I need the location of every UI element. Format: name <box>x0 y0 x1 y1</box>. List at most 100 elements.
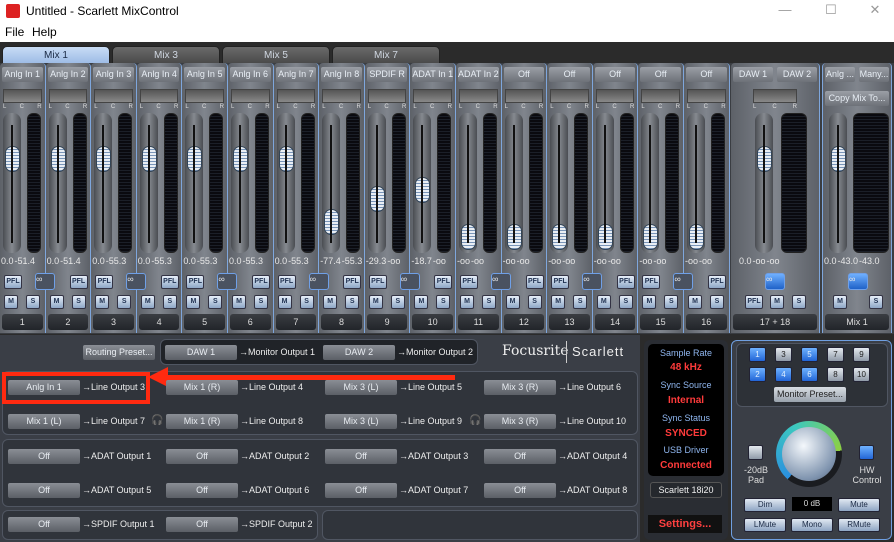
mute-button[interactable]: M <box>414 295 429 309</box>
stereo-link-button[interactable]: ∞ <box>848 273 868 290</box>
routing-preset-button[interactable]: Routing Preset... <box>83 345 155 360</box>
fader-track[interactable] <box>231 113 249 253</box>
stereo-link-button[interactable]: ∞ <box>765 273 785 290</box>
adat-source-select[interactable]: Off <box>8 483 80 498</box>
fader-track[interactable] <box>687 113 705 253</box>
mute-button[interactable]: M <box>833 295 847 309</box>
fader-track[interactable] <box>276 113 295 253</box>
mute-button[interactable]: M <box>95 295 110 309</box>
input-select-button[interactable]: Anlg In 8 <box>321 67 362 82</box>
menu-help[interactable]: Help <box>32 25 57 39</box>
solo-button[interactable]: S <box>573 295 588 309</box>
line-source-select[interactable]: Anlg In 1 <box>8 380 80 395</box>
fader-track[interactable] <box>48 113 67 253</box>
mute-button[interactable]: M <box>770 295 784 309</box>
monitor-output-3-button[interactable]: 3 <box>775 347 792 362</box>
fader-track[interactable] <box>550 113 569 253</box>
mute-button[interactable]: Mute <box>838 498 880 512</box>
spdif-source-select[interactable]: Off <box>8 517 80 532</box>
pfl-button[interactable]: PFL <box>745 295 763 309</box>
monitor-output-8-button[interactable]: 8 <box>827 367 844 382</box>
pfl-button[interactable]: PFL <box>551 275 570 289</box>
fader-track[interactable] <box>367 113 386 253</box>
adat-source-select[interactable]: Off <box>484 449 556 464</box>
input-select-button[interactable]: Anlg In 5 <box>184 67 225 82</box>
stereo-link-button[interactable]: ∞ <box>126 273 147 290</box>
solo-button[interactable]: S <box>117 295 132 309</box>
monitor-output-5-button[interactable]: 5 <box>801 347 818 362</box>
fader-track[interactable] <box>94 113 113 253</box>
spdif-source-select[interactable]: Off <box>166 517 238 532</box>
fader-track[interactable] <box>595 113 614 253</box>
solo-button[interactable]: S <box>254 295 268 309</box>
pfl-button[interactable]: PFL <box>277 275 296 289</box>
fader-track[interactable] <box>829 113 847 253</box>
pfl-button[interactable]: PFL <box>616 275 635 289</box>
monitor-source-select[interactable]: DAW 2 <box>323 345 395 360</box>
solo-button[interactable]: S <box>664 295 679 309</box>
stereo-link-button[interactable]: ∞ <box>217 273 238 290</box>
pan-slider[interactable] <box>595 89 635 103</box>
input-select-button[interactable]: Anlg In 1 <box>2 67 43 82</box>
sync-source-select[interactable]: Internal <box>648 395 724 406</box>
sample-rate-select[interactable]: 48 kHz <box>648 362 724 373</box>
line-source-select[interactable]: Mix 1 (R) <box>166 380 238 395</box>
input-select-button-right[interactable]: DAW 2 <box>777 67 817 82</box>
fader-track[interactable] <box>185 113 204 253</box>
fader-track[interactable] <box>413 113 432 253</box>
solo-button[interactable]: S <box>208 295 223 309</box>
close-button[interactable]: ✕ <box>860 2 890 20</box>
menu-file[interactable]: File <box>5 25 24 39</box>
solo-button[interactable]: S <box>527 295 542 309</box>
settings-button[interactable]: Settings... <box>648 515 722 533</box>
input-select-button[interactable]: Anlg In 4 <box>138 67 180 82</box>
pan-slider[interactable] <box>94 89 133 103</box>
fader-track[interactable] <box>641 113 660 253</box>
input-select-button[interactable]: SPDIF R <box>366 67 408 82</box>
stereo-link-button[interactable]: ∞ <box>491 273 511 290</box>
monitor-output-9-button[interactable]: 9 <box>853 347 870 362</box>
pfl-button[interactable]: PFL <box>252 275 270 289</box>
solo-button[interactable]: S <box>71 295 86 309</box>
pfl-button[interactable]: PFL <box>4 275 22 289</box>
many-button[interactable]: Many... <box>859 67 889 82</box>
solo-button[interactable]: S <box>792 295 806 309</box>
pfl-button[interactable]: PFL <box>434 275 453 289</box>
fader-cap[interactable] <box>643 224 659 250</box>
fader-track[interactable] <box>139 113 158 253</box>
monitor-output-6-button[interactable]: 6 <box>801 367 818 382</box>
solo-button[interactable]: S <box>482 295 496 309</box>
minimize-button[interactable]: — <box>770 2 800 20</box>
stereo-link-button[interactable]: ∞ <box>35 273 55 290</box>
monitor-source-select[interactable]: DAW 1 <box>165 345 237 360</box>
pfl-button[interactable]: PFL <box>186 275 205 289</box>
input-select-button[interactable]: Anlg In 2 <box>47 67 89 82</box>
hw-control-toggle[interactable] <box>859 445 874 460</box>
fader-cap[interactable] <box>757 146 772 172</box>
pan-slider[interactable] <box>276 89 316 103</box>
mute-button[interactable]: M <box>596 295 611 309</box>
stereo-link-button[interactable]: ∞ <box>399 273 420 290</box>
adat-source-select[interactable]: Off <box>166 449 238 464</box>
stereo-link-button[interactable]: ∞ <box>673 273 694 290</box>
pan-slider[interactable] <box>413 89 452 103</box>
fader-cap[interactable] <box>689 224 704 250</box>
input-select-button-left[interactable]: DAW 1 <box>733 67 773 82</box>
pan-slider[interactable] <box>3 89 42 103</box>
solo-button[interactable]: S <box>710 295 724 309</box>
monitor-output-7-button[interactable]: 7 <box>827 347 844 362</box>
adat-source-select[interactable]: Off <box>484 483 556 498</box>
fader-cap[interactable] <box>597 224 613 250</box>
pan-slider[interactable] <box>753 89 797 103</box>
pfl-button[interactable]: PFL <box>95 275 114 289</box>
solo-button[interactable]: S <box>618 295 633 309</box>
adat-source-select[interactable]: Off <box>8 449 80 464</box>
fader-cap[interactable] <box>141 146 157 172</box>
adat-source-select[interactable]: Off <box>325 483 397 498</box>
pfl-button[interactable]: PFL <box>368 275 387 289</box>
pan-slider[interactable] <box>367 89 407 103</box>
mute-button[interactable]: M <box>49 295 64 309</box>
input-select-button[interactable]: Off <box>640 67 681 82</box>
monitor-output-2-button[interactable]: 2 <box>749 367 766 382</box>
input-select-button[interactable]: Anlg In 6 <box>230 67 271 82</box>
